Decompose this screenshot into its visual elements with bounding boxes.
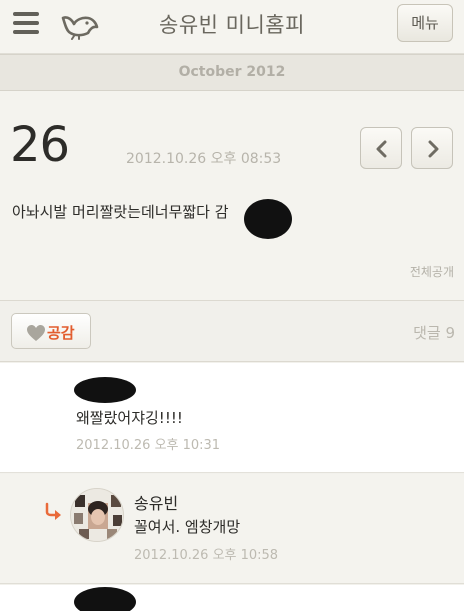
bird-logo-icon[interactable]	[60, 10, 100, 40]
empathy-button[interactable]: 공감	[11, 313, 91, 349]
redaction-mark	[74, 587, 136, 611]
chevron-right-icon	[428, 140, 439, 158]
avatar[interactable]	[70, 488, 124, 542]
empathy-button-label: 공감	[47, 324, 75, 342]
next-post-button[interactable]	[411, 127, 453, 169]
redaction-mark	[74, 377, 136, 403]
comment-time: 2012.10.26 오후 10:31	[76, 438, 221, 453]
chevron-left-icon	[376, 140, 387, 158]
comment-text: 왜짤랐어쟈깅!!!!	[76, 409, 183, 427]
reply-time: 2012.10.26 오후 10:58	[134, 548, 279, 563]
comment-item: 왜짤랐어쟈깅!!!! 2012.10.26 오후 10:31	[0, 363, 464, 473]
post-body: 아놔시발 머리짤랏는데너무짧다 감이다	[12, 201, 452, 222]
hamburger-icon[interactable]	[13, 12, 39, 36]
redaction-mark	[244, 199, 292, 239]
minihompy-page: 송유빈 미니홈피 메뉴 October 2012 26 2012.10.26 오…	[0, 0, 464, 611]
comment-item	[0, 585, 464, 611]
post-day: 26	[10, 117, 70, 173]
page-title: 송유빈 미니홈피	[159, 13, 305, 37]
comment-count[interactable]: 댓글 9	[413, 322, 455, 343]
menu-button[interactable]: 메뉴	[397, 4, 453, 42]
reply-author[interactable]: 송유빈	[134, 490, 178, 514]
month-bar: October 2012	[0, 54, 464, 91]
post-body-text: 아놔시발 머리짤랏는데너무짧다 감	[12, 203, 229, 221]
top-header: 송유빈 미니홈피 메뉴	[0, 0, 464, 54]
heart-icon	[27, 325, 45, 341]
post-datetime: 2012.10.26 오후 08:53	[126, 151, 282, 167]
reply-text: 꼴여서. 엠창개망	[134, 518, 241, 536]
post-card: 26 2012.10.26 오후 08:53 아놔시발 머리짤랏는데너무짧다 감…	[0, 91, 464, 300]
previous-post-button[interactable]	[360, 127, 402, 169]
reply-arrow-icon	[45, 502, 61, 520]
empathy-bar: 공감 댓글 9	[0, 300, 464, 362]
visibility-label: 전체공개	[409, 265, 454, 279]
reply-item: 송유빈 꼴여서. 엠창개망 2012.10.26 오후 10:58	[0, 474, 464, 584]
